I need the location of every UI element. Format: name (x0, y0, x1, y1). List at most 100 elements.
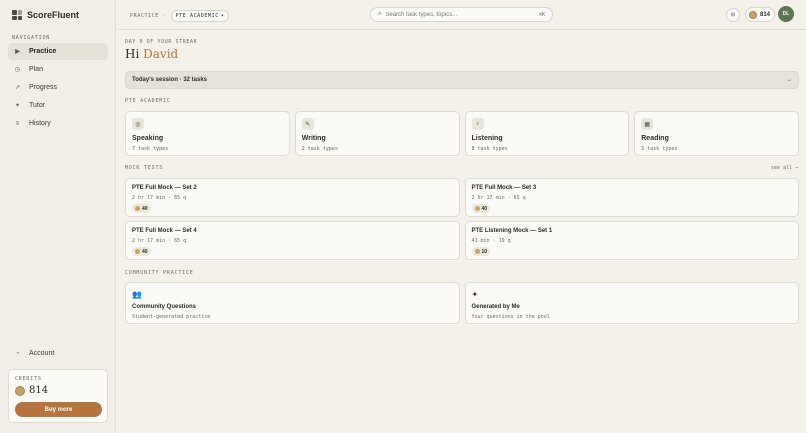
skill-cards: ◎ Speaking 7 task types ✎ Writing 2 task… (125, 111, 799, 156)
skill-card-reading[interactable]: ▦ Reading 5 task types (634, 111, 799, 156)
section-pte-academic: PTE ACADEMIC (125, 98, 171, 104)
sidebar-item-practice[interactable]: ▶ Practice (8, 43, 108, 60)
mock-cost-badge: 40 (132, 204, 151, 213)
buy-more-button[interactable]: Buy more (15, 402, 102, 417)
music-note-icon: ♪ (471, 118, 484, 130)
sidebar-item-label: History (29, 120, 51, 127)
mock-card[interactable]: PTE Full Mock — Set 3 2 hr 17 min · 65 q… (464, 178, 799, 217)
skill-title: Reading (641, 135, 669, 142)
sidebar: ScoreFluent NAVIGATION ▶ Practice ◷ Plan… (0, 0, 116, 433)
app-root: ScoreFluent NAVIGATION ▶ Practice ◷ Plan… (0, 0, 806, 433)
arrow-right-icon: → (786, 77, 792, 83)
search-input[interactable] (385, 11, 535, 18)
list-icon: ≡ (15, 120, 20, 127)
community-questions-card[interactable]: 👥 Community Questions Student-generated … (125, 282, 460, 324)
skill-card-speaking[interactable]: ◎ Speaking 7 task types (125, 111, 290, 156)
generated-by-me-card[interactable]: ✦ Generated by Me Your questions in the … (464, 282, 799, 324)
sidebar-item-label: Practice (29, 48, 57, 55)
mock-title: PTE Full Mock — Set 2 (132, 185, 197, 191)
sidebar-item-progress[interactable]: ↗ Progress (8, 79, 108, 96)
credits-value: 814 (29, 385, 49, 396)
topbar: PRACTICE · PTE ACADEMIC ▾ ⌕ ⌘K ⊞ 814 DL (117, 0, 806, 30)
mock-meta: 41 min · 19 q (471, 238, 511, 244)
mock-title: PTE Listening Mock — Set 1 (471, 228, 553, 234)
mock-cost: 40 (481, 205, 488, 212)
mock-card[interactable]: PTE Full Mock — Set 2 2 hr 17 min · 65 q… (125, 178, 460, 217)
skill-title: Listening (471, 135, 503, 142)
community-title: Generated by Me (471, 304, 520, 310)
sidebar-item-history[interactable]: ≡ History (8, 115, 108, 132)
credits-pill-value: 814 (760, 11, 771, 18)
skill-title: Speaking (132, 135, 164, 142)
search-shortcut: ⌘K (538, 11, 545, 18)
mock-cost-badge: 10 (471, 247, 491, 256)
trend-icon: ↗ (14, 85, 21, 91)
chevron-down-icon: ▾ (220, 13, 225, 19)
session-label: Today's session · 32 tasks (132, 77, 208, 83)
skill-subtitle: 2 task types (301, 146, 338, 152)
section-mock-tests: MOCK TESTS (125, 165, 164, 171)
mock-cost: 10 (481, 248, 488, 255)
breadcrumb-root[interactable]: PRACTICE (130, 13, 159, 19)
skill-subtitle: 8 task types (471, 146, 508, 152)
brand[interactable]: ScoreFluent (12, 10, 79, 20)
coin-icon (474, 249, 480, 254)
mock-cost: 40 (142, 205, 148, 212)
credits-label: CREDITS (15, 376, 42, 382)
exam-selector-label: PTE ACADEMIC (175, 13, 219, 19)
community-subtitle: Your questions in the pool (471, 314, 550, 320)
coin-icon (474, 206, 480, 211)
sidebar-item-label: Tutor (29, 102, 46, 109)
book-icon: ▦ (641, 118, 654, 130)
settings-button[interactable]: ⊞ (726, 8, 740, 22)
today-session-button[interactable]: Today's session · 32 tasks → (125, 71, 799, 89)
sparkle-icon: ✦ (14, 103, 21, 109)
mock-meta: 2 hr 17 min · 65 q (132, 238, 187, 244)
community-subtitle: Student-generated practice (132, 314, 211, 320)
mock-card[interactable]: PTE Full Mock — Set 4 2 hr 17 min · 65 q… (125, 221, 460, 260)
sidebar-nav: ▶ Practice ◷ Plan ↗ Progress ✦ Tutor ≡ H… (8, 43, 108, 133)
play-icon: ▶ (15, 49, 20, 55)
mock-card[interactable]: PTE Listening Mock — Set 1 41 min · 19 q… (464, 221, 799, 260)
search-box[interactable]: ⌕ ⌘K (370, 7, 553, 22)
credits-row: 814 (15, 385, 48, 396)
credits-card: CREDITS 814 Buy more (8, 369, 108, 423)
mock-title: PTE Full Mock — Set 4 (132, 228, 197, 234)
mock-test-list: PTE Full Mock — Set 2 2 hr 17 min · 65 q… (125, 178, 799, 260)
skill-subtitle: 7 task types (132, 146, 169, 152)
see-all-link[interactable]: see all → (771, 165, 798, 171)
credits-pill[interactable]: 814 (745, 7, 775, 22)
nav-heading: NAVIGATION (12, 35, 51, 41)
mock-cost-badge: 40 (471, 204, 491, 213)
account-label: Account (29, 350, 55, 357)
breadcrumb: PRACTICE · PTE ACADEMIC ▾ (130, 10, 230, 22)
skill-card-writing[interactable]: ✎ Writing 2 task types (294, 111, 460, 156)
coin-icon (135, 249, 140, 254)
mock-title: PTE Full Mock — Set 3 (471, 185, 537, 191)
exam-selector[interactable]: PTE ACADEMIC ▾ (170, 10, 230, 22)
brand-name: ScoreFluent (27, 10, 80, 20)
search-icon: ⌕ (378, 11, 382, 17)
sparkle-icon: ✦ (471, 290, 479, 299)
sidebar-item-plan[interactable]: ◷ Plan (8, 61, 108, 78)
grid-icon: ⊞ (730, 12, 736, 18)
community-title: Community Questions (132, 304, 197, 310)
sidebar-item-label: Progress (29, 84, 58, 91)
skill-subtitle: 5 task types (641, 146, 678, 152)
pen-icon: ✎ (301, 118, 314, 130)
sidebar-item-tutor[interactable]: ✦ Tutor (8, 97, 108, 114)
greeting: Hi David (125, 47, 178, 61)
calendar-icon: ◷ (14, 67, 21, 73)
mock-cost: 40 (142, 248, 148, 255)
streak-label: DAY 0 OF YOUR STREAK (125, 39, 198, 45)
sidebar-item-account[interactable]: ◔ Account (14, 350, 55, 357)
coin-icon (135, 206, 140, 211)
skill-title: Writing (301, 135, 326, 142)
greeting-prefix: Hi (125, 47, 140, 61)
greeting-name: David (143, 47, 179, 61)
brand-logo-icon (12, 10, 22, 20)
mock-meta: 2 hr 17 min · 65 q (471, 195, 526, 201)
skill-card-listening[interactable]: ♪ Listening 8 task types (464, 111, 630, 156)
breadcrumb-separator: · (162, 13, 167, 19)
avatar[interactable]: DL (778, 6, 794, 22)
